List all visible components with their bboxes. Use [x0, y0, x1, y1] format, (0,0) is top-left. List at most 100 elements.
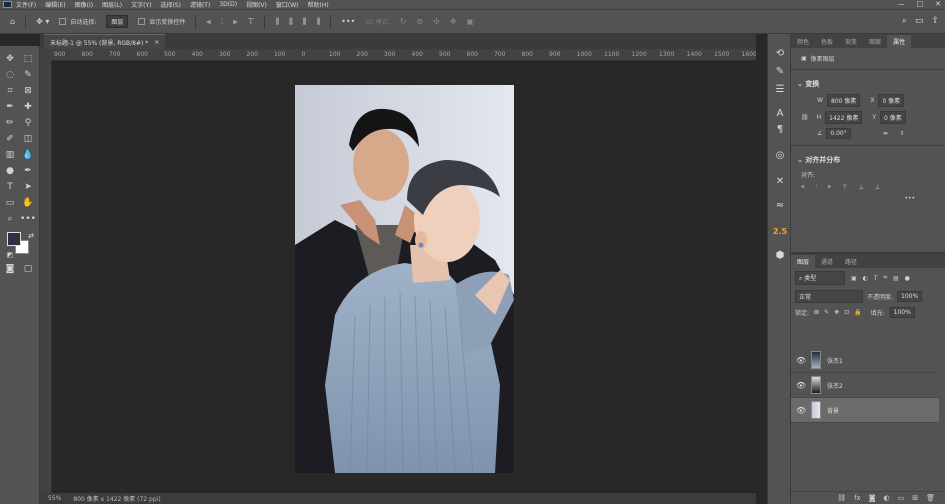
- menu-filter[interactable]: 滤镜(T): [190, 0, 210, 9]
- filter-smart-icon[interactable]: ▤: [893, 275, 899, 282]
- tab-properties[interactable]: 属性: [887, 35, 912, 48]
- gradient-tool-icon[interactable]: ▥: [3, 148, 17, 162]
- new-group-icon[interactable]: ▭: [898, 494, 905, 502]
- layer-row[interactable]: 👁 张杰1: [791, 348, 939, 373]
- clone-stamp-tool-icon[interactable]: ⚲: [21, 116, 35, 130]
- screen-mode-icon[interactable]: ▢: [21, 262, 35, 276]
- ruler-origin[interactable]: [40, 49, 52, 61]
- marquee-tool-icon[interactable]: ⬚: [21, 52, 35, 66]
- adjustments-panel-icon[interactable]: ☰: [773, 82, 787, 96]
- lock-transparent-icon[interactable]: ⊠: [814, 309, 819, 316]
- link-layers-icon[interactable]: ⛓: [837, 494, 846, 502]
- menu-help[interactable]: 帮助(H): [308, 0, 329, 9]
- filter-type-icon[interactable]: T: [874, 275, 878, 282]
- hand-tool-icon[interactable]: ✋: [21, 196, 35, 210]
- vertical-ruler[interactable]: [40, 61, 52, 493]
- layer-row-selected[interactable]: 👁 背景: [791, 398, 939, 423]
- visibility-eye-icon[interactable]: 👁: [791, 356, 811, 365]
- more-options-icon[interactable]: •••: [341, 17, 355, 26]
- filter-adjustment-icon[interactable]: ◐: [863, 275, 868, 282]
- tab-gradients[interactable]: 渐变: [839, 35, 863, 48]
- align-left-edges-icon[interactable]: ⫷: [801, 183, 804, 191]
- dodge-tool-icon[interactable]: ●: [3, 164, 17, 178]
- plugin-badge[interactable]: 2.5: [773, 224, 787, 238]
- filter-shape-icon[interactable]: ⌗: [884, 274, 887, 282]
- align-h-centers-icon[interactable]: ⫶: [815, 183, 817, 191]
- tab-channels[interactable]: 通道: [815, 255, 839, 268]
- flip-vertical-icon[interactable]: ⇳: [900, 130, 905, 137]
- quick-mask-icon[interactable]: ◙: [3, 262, 17, 276]
- show-transform-checkbox[interactable]: [138, 18, 146, 25]
- angle-field[interactable]: 0.00°: [826, 128, 851, 139]
- y-field[interactable]: 0 像素: [880, 111, 906, 124]
- auto-select-checkbox[interactable]: [59, 18, 67, 25]
- align-right-icon[interactable]: ⫸: [233, 17, 238, 27]
- menu-view[interactable]: 视图(V): [246, 0, 267, 9]
- swap-colors-icon[interactable]: ⇄: [24, 229, 38, 243]
- visibility-eye-icon[interactable]: 👁: [791, 406, 811, 415]
- tools-panel-icon[interactable]: ✕: [773, 174, 787, 188]
- layer-style-icon[interactable]: fx: [854, 494, 861, 502]
- layer-row[interactable]: 👁 张杰2: [791, 373, 939, 398]
- channels-mixer-icon[interactable]: ≈: [773, 198, 787, 212]
- document-tab[interactable]: 未标题-1 @ 55% (背景, RGB/8#) * ×: [44, 34, 166, 49]
- eraser-tool-icon[interactable]: ◫: [21, 132, 35, 146]
- blend-mode-dropdown[interactable]: 正常: [795, 290, 863, 303]
- align-bottom-edges-icon[interactable]: ⊥: [875, 184, 880, 191]
- menu-type[interactable]: 文字(Y): [131, 0, 151, 9]
- 3d-roll-icon[interactable]: ⊚: [416, 17, 423, 26]
- fill-field[interactable]: 100%: [889, 307, 915, 318]
- 3d-slide-icon[interactable]: ✥: [450, 17, 457, 26]
- frame-tool-icon[interactable]: ⊠: [21, 84, 35, 98]
- eyedropper-tool-icon[interactable]: ✒: [3, 100, 17, 114]
- distribute-center-icon[interactable]: ⫼: [289, 17, 293, 27]
- zoom-level[interactable]: 55%: [48, 495, 61, 502]
- add-mask-icon[interactable]: ◙: [869, 494, 876, 502]
- type-tool-icon[interactable]: T: [3, 180, 17, 194]
- 3d-drag-icon[interactable]: ✣: [433, 17, 440, 26]
- delete-layer-icon[interactable]: 🗑: [926, 494, 935, 502]
- tab-color[interactable]: 颜色: [791, 35, 815, 48]
- move-tool-icon[interactable]: ✥: [3, 52, 17, 66]
- x-field[interactable]: 0 像素: [878, 94, 905, 107]
- navigator-panel-icon[interactable]: ◎: [773, 148, 787, 162]
- layer-filter-dropdown[interactable]: ⌕ 类型: [795, 271, 845, 285]
- align-top-edges-icon[interactable]: ⊤: [842, 184, 847, 191]
- auto-select-dropdown[interactable]: 图层: [106, 15, 129, 28]
- visibility-eye-icon[interactable]: 👁: [791, 381, 811, 390]
- menu-image[interactable]: 图像(I): [75, 0, 93, 9]
- layer-name[interactable]: 背景: [827, 406, 839, 415]
- default-colors-icon[interactable]: ◩: [3, 248, 17, 262]
- 3d-orbit-icon[interactable]: ↻: [400, 17, 407, 26]
- paragraph-panel-icon[interactable]: ¶: [773, 122, 787, 136]
- workspace-icon[interactable]: ▭: [915, 16, 924, 26]
- align-v-centers-icon[interactable]: ⊥: [859, 184, 864, 191]
- 3d-panel-icon[interactable]: ⬢: [773, 248, 787, 262]
- filter-toggle-icon[interactable]: ●: [905, 275, 910, 282]
- search-icon[interactable]: ⌕: [902, 16, 907, 26]
- lock-all-icon[interactable]: 🔒: [854, 309, 861, 316]
- history-panel-icon[interactable]: ⟲: [773, 46, 787, 60]
- close-window-button[interactable]: ✕: [935, 0, 941, 8]
- tab-paths[interactable]: 路径: [839, 255, 863, 268]
- path-select-tool-icon[interactable]: ➤: [21, 180, 35, 194]
- close-tab-icon[interactable]: ×: [154, 39, 159, 46]
- maximize-button[interactable]: □: [917, 0, 924, 8]
- menu-select[interactable]: 选择(S): [160, 0, 181, 9]
- distribute-top-icon[interactable]: ⫼: [316, 17, 320, 27]
- distribute-left-icon[interactable]: ⫼: [275, 17, 279, 27]
- layer-name[interactable]: 张杰1: [827, 356, 843, 365]
- edit-toolbar-icon[interactable]: •••: [20, 212, 36, 226]
- history-brush-tool-icon[interactable]: ✐: [3, 132, 17, 146]
- quick-select-tool-icon[interactable]: ✎: [21, 68, 35, 82]
- menu-window[interactable]: 窗口(W): [276, 0, 299, 9]
- spot-healing-tool-icon[interactable]: ✚: [21, 100, 35, 114]
- flip-horizontal-icon[interactable]: ⇹: [883, 130, 888, 137]
- lock-artboard-icon[interactable]: ⊡: [844, 309, 849, 316]
- menu-file[interactable]: 文件(F): [16, 0, 36, 9]
- tab-swatches[interactable]: 色板: [815, 35, 839, 48]
- menu-edit[interactable]: 编辑(E): [45, 0, 65, 9]
- zoom-tool-icon[interactable]: ⌕: [3, 212, 17, 226]
- character-panel-icon[interactable]: A: [773, 106, 787, 120]
- horizontal-ruler[interactable]: 900 800 700 600 500 400 300 200 100 0 100 200 300 400…: [52, 49, 756, 61]
